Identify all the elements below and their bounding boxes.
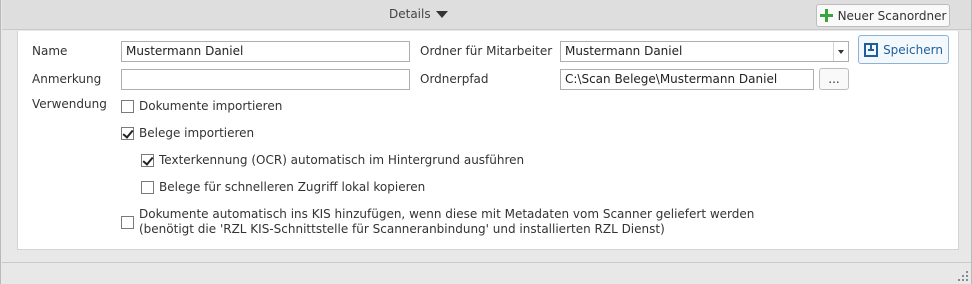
path-input[interactable]: C:\Scan Belege\Mustermann Daniel [560,69,814,90]
folder-select-value: Mustermann Daniel [565,44,683,58]
save-icon [864,42,879,57]
save-label: Speichern [883,42,943,57]
caret-down-icon [435,11,448,18]
option-ocr[interactable]: Texterkennung (OCR) automatisch im Hinte… [141,153,524,168]
checkbox[interactable] [121,127,134,140]
details-title: Details [389,7,431,21]
option-label-line2: (benötigt die 'RZL KIS-Schnittstelle für… [139,222,665,236]
option-label: Dokumente importieren [139,99,283,113]
folder-select[interactable]: Mustermann Daniel [560,41,849,62]
details-toggle[interactable]: Details [389,7,448,21]
option-label-line1: Dokumente automatisch ins KIS hinzufügen… [139,207,755,221]
option-kis-add[interactable]: Dokumente automatisch ins KIS hinzufügen… [121,207,754,237]
name-input[interactable]: Mustermann Daniel [121,41,410,62]
folder-label: Ordner für Mitarbeiter [420,44,553,58]
option-label: Texterkennung (OCR) automatisch im Hinte… [159,153,525,167]
name-label: Name [32,44,68,58]
option-local-copy[interactable]: Belege für schnelleren Zugriff lokal kop… [141,180,425,195]
divider [2,262,971,263]
new-scan-folder-button[interactable]: Neuer Scanordner [816,4,950,27]
checkbox[interactable] [141,181,154,194]
option-import-documents[interactable]: Dokumente importieren [121,99,282,114]
checkbox[interactable] [141,154,154,167]
checkbox[interactable] [121,100,134,113]
option-label: Belege importieren [139,126,255,140]
details-header: Details Neuer Scanordner [2,0,971,30]
usage-label: Verwendung [32,97,107,111]
plus-icon [819,9,833,22]
chevron-down-icon[interactable] [833,42,848,61]
save-button[interactable]: Speichern [858,35,949,64]
checkbox[interactable] [121,216,134,229]
option-label: Belege für schnelleren Zugriff lokal kop… [159,180,426,194]
browse-button[interactable]: ... [819,68,849,90]
details-window: Details Neuer Scanordner Name Anmerkung … [0,0,972,284]
option-label: Dokumente automatisch ins KIS hinzufügen… [139,207,754,237]
remark-input[interactable] [121,69,410,90]
option-import-receipts[interactable]: Belege importieren [121,126,254,141]
resize-grip-icon[interactable] [958,271,968,281]
remark-label: Anmerkung [32,72,102,86]
new-scan-folder-label: Neuer Scanordner [837,8,947,23]
path-label: Ordnerpfad [420,72,489,86]
